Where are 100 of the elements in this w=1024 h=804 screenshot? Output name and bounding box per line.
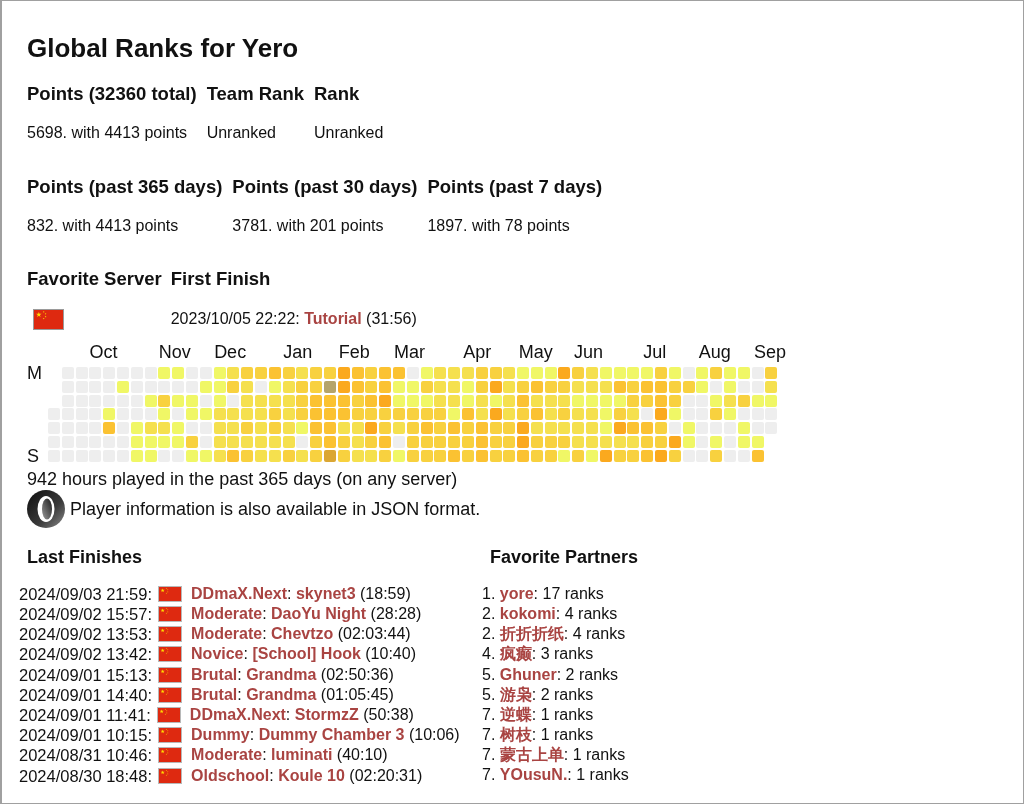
map-link[interactable]: DaoYu Night bbox=[271, 605, 367, 623]
partner-entry: 5. Ghuner: 2 ranks bbox=[482, 664, 619, 685]
category-link[interactable]: Moderate bbox=[191, 746, 263, 764]
flag-icon bbox=[158, 686, 183, 703]
finish-time: 2024/09/01 15:13: bbox=[19, 664, 153, 685]
json-info-text: Player information is also available in JSON format. bbox=[70, 497, 481, 520]
partner-entry: 7. 树枝: 1 ranks bbox=[482, 725, 594, 746]
month-label: Aug bbox=[698, 341, 732, 363]
partner-link[interactable]: Ghuner bbox=[499, 665, 557, 683]
partner-entry: 2. 折折折纸: 4 ranks bbox=[482, 624, 626, 645]
finish-entry: Moderate: Chevtzo (02:03:44) bbox=[191, 624, 411, 645]
flag-icon bbox=[158, 606, 183, 623]
partner-link[interactable]: yore bbox=[499, 584, 534, 602]
map-link[interactable]: Tutorial bbox=[304, 310, 362, 327]
map-link[interactable]: Grandma bbox=[246, 685, 317, 703]
map-link[interactable]: [School] Hook bbox=[252, 645, 361, 663]
finish-time: 2024/09/02 15:57: bbox=[19, 604, 153, 625]
finish-time: 2024/09/02 13:53: bbox=[19, 624, 153, 645]
finish-entry: DDmaX.Next: StormzZ (50:38) bbox=[189, 705, 414, 725]
column-heading: Rank bbox=[314, 82, 361, 106]
flag-icon bbox=[156, 707, 181, 723]
partner-entry: 7. YOusuN.: 1 ranks bbox=[482, 765, 629, 786]
month-label: Sep bbox=[754, 341, 788, 363]
finish-time: 2024/09/03 21:59: bbox=[19, 583, 153, 604]
ring-icon[interactable] bbox=[27, 489, 65, 528]
column-heading: Points (past 365 days) bbox=[27, 175, 223, 199]
finish-entry: DDmaX.Next: skynet3 (18:59) bbox=[191, 583, 411, 604]
month-label: Jul bbox=[643, 341, 668, 363]
rank-value: Unranked bbox=[314, 123, 384, 143]
finish-time: 2024/08/30 18:48: bbox=[19, 765, 153, 786]
map-link[interactable]: Koule 10 bbox=[278, 766, 345, 784]
category-link[interactable]: Oldschool bbox=[191, 766, 270, 784]
map-link[interactable]: StormzZ bbox=[294, 706, 359, 723]
partner-link[interactable]: 逆蝶 bbox=[499, 705, 532, 723]
section-heading: Last Finishes bbox=[27, 545, 143, 569]
flag-icon bbox=[158, 646, 183, 663]
rank-value: 5698. with 4413 points bbox=[27, 123, 189, 143]
map-link[interactable]: Grandma bbox=[246, 665, 317, 683]
partner-link[interactable]: kokomi bbox=[499, 605, 556, 622]
partner-link[interactable]: 游枭 bbox=[499, 685, 532, 703]
flag-icon bbox=[158, 747, 183, 764]
flag-icon bbox=[158, 585, 183, 602]
hours-played-text: 942 hours played in the past 365 days (on any server) bbox=[27, 467, 458, 490]
partner-entry: 1. yore: 17 ranks bbox=[482, 583, 604, 604]
rank-value: Unranked bbox=[206, 123, 277, 143]
category-link[interactable]: Moderate bbox=[191, 605, 263, 623]
column-heading: Points (32360 total) bbox=[27, 82, 197, 106]
finish-entry: Dummy: Dummy Chamber 3 (10:06) bbox=[191, 725, 460, 746]
finish-entry: Oldschool: Koule 10 (02:20:31) bbox=[191, 765, 423, 786]
partner-link[interactable]: 折折折纸 bbox=[499, 625, 564, 643]
category-link[interactable]: Novice bbox=[191, 645, 244, 663]
map-link[interactable]: luminati bbox=[271, 746, 333, 764]
map-link[interactable]: Dummy Chamber 3 bbox=[258, 726, 405, 744]
rank-value: 832. with 4413 points bbox=[27, 216, 180, 236]
flag-icon bbox=[158, 626, 183, 643]
category-link[interactable]: Dummy bbox=[191, 726, 250, 744]
month-label: May bbox=[518, 341, 554, 363]
finish-time: 2024/09/01 11:41: bbox=[19, 705, 151, 725]
map-link[interactable]: Chevtzo bbox=[271, 625, 334, 643]
finish-entry: Brutal: Grandma (01:05:45) bbox=[191, 684, 394, 705]
partner-entry: 7. 蒙古上单: 1 ranks bbox=[482, 745, 626, 766]
flag-icon bbox=[158, 767, 183, 784]
finish-entry: Novice: [School] Hook (10:40) bbox=[191, 644, 416, 665]
flag-icon bbox=[158, 727, 183, 744]
month-label: Apr bbox=[463, 341, 493, 363]
rank-value: 3781. with 201 points bbox=[232, 216, 385, 236]
month-label: Mar bbox=[394, 341, 427, 363]
partner-link[interactable]: 蒙古上单 bbox=[499, 746, 564, 764]
finish-entry: Moderate: DaoYu Night (28:28) bbox=[191, 604, 422, 625]
partner-entry: 7. 逆蝶: 1 ranks bbox=[482, 704, 594, 725]
month-label: Dec bbox=[214, 341, 248, 363]
month-label: Oct bbox=[89, 341, 119, 363]
weekday-label: S bbox=[27, 445, 39, 467]
month-label: Jun bbox=[574, 341, 605, 363]
partner-link[interactable]: YOusuN. bbox=[499, 766, 568, 784]
month-label: Nov bbox=[158, 341, 192, 363]
rank-value: 1897. with 78 points bbox=[427, 216, 571, 236]
column-heading: First Finish bbox=[170, 267, 272, 291]
page-title: Global Ranks for Yero bbox=[27, 32, 299, 65]
month-label: Jan bbox=[283, 341, 314, 363]
weekday-label: M bbox=[27, 362, 42, 384]
partner-link[interactable]: 疯癫 bbox=[499, 645, 532, 663]
column-heading: Points (past 30 days) bbox=[232, 175, 418, 199]
flag-icon bbox=[33, 308, 64, 330]
month-label: Feb bbox=[338, 341, 371, 363]
category-link[interactable]: DDmaX.Next bbox=[189, 706, 286, 723]
finish-time: 2024/09/01 14:40: bbox=[19, 684, 153, 705]
partner-entry: 5. 游枭: 2 ranks bbox=[482, 684, 594, 705]
flag-icon bbox=[158, 666, 183, 683]
column-heading: Favorite Server bbox=[27, 267, 162, 291]
finish-entry: Brutal: Grandma (02:50:36) bbox=[191, 664, 394, 685]
section-heading: Favorite Partners bbox=[490, 545, 639, 569]
category-link[interactable]: Moderate bbox=[191, 625, 263, 643]
partner-link[interactable]: 树枝 bbox=[499, 726, 532, 744]
partner-entry: 2. kokomi: 4 ranks bbox=[482, 604, 618, 624]
category-link[interactable]: Brutal bbox=[191, 685, 238, 703]
partner-entry: 4. 疯癫: 3 ranks bbox=[482, 644, 594, 665]
map-link[interactable]: skynet3 bbox=[295, 584, 356, 602]
finish-time: 2024/09/01 10:15: bbox=[19, 725, 153, 746]
category-link[interactable]: Brutal bbox=[191, 665, 238, 683]
